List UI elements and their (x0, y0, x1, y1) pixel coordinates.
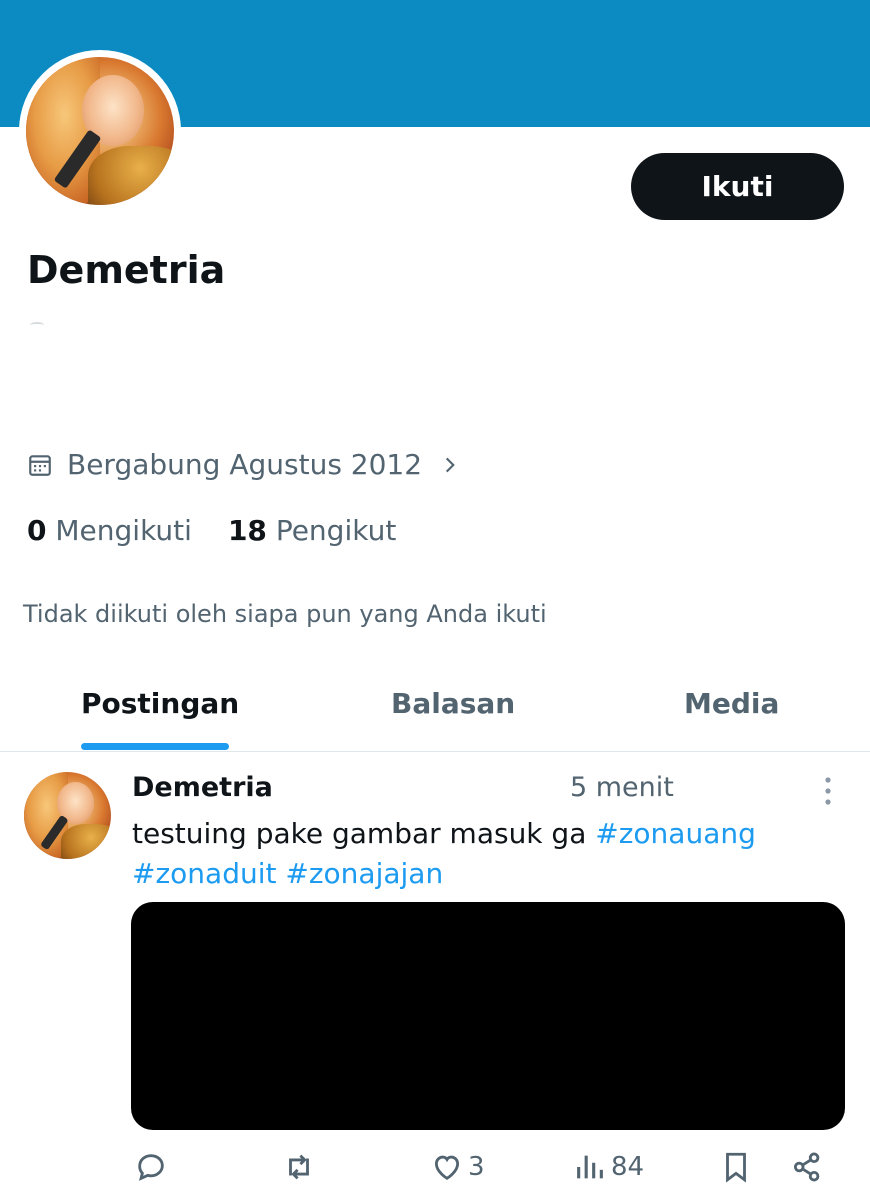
post-author-avatar[interactable] (24, 772, 111, 859)
views-icon (577, 1155, 603, 1179)
handle-placeholder (30, 322, 44, 328)
following-label: Mengikuti (55, 514, 192, 547)
post-body: testuing pake gambar masuk ga (132, 817, 596, 850)
more-icon[interactable] (818, 774, 838, 808)
follow-counts: 0 Mengikuti 18 Pengikut (27, 514, 396, 547)
views-button[interactable]: 84 (573, 1150, 644, 1184)
like-count: 3 (468, 1152, 485, 1182)
post-author-name[interactable]: Demetria (132, 772, 273, 803)
repost-button[interactable] (282, 1150, 316, 1184)
like-icon (434, 1155, 460, 1180)
hashtag-link[interactable]: #zonauang (595, 817, 756, 850)
tab-postingan[interactable]: Postingan (81, 687, 239, 720)
bookmark-icon (726, 1152, 746, 1183)
views-count: 84 (611, 1152, 645, 1182)
mutual-followers-note: Tidak diikuti oleh siapa pun yang Anda i… (23, 600, 547, 628)
profile-avatar[interactable] (19, 50, 181, 212)
joined-date-row[interactable]: Bergabung Agustus 2012 (27, 448, 460, 481)
share-button[interactable] (790, 1150, 824, 1184)
share-icon (793, 1152, 820, 1182)
bookmark-button[interactable] (719, 1150, 753, 1184)
post-actions: 3 84 (0, 1150, 870, 1196)
followers-link[interactable]: 18 Pengikut (228, 514, 396, 547)
post-timestamp[interactable]: 5 menit (570, 772, 674, 803)
joined-date-text: Bergabung Agustus 2012 (67, 448, 423, 481)
hashtag-link[interactable]: #zonajajan (285, 857, 443, 890)
like-button[interactable]: 3 (430, 1150, 485, 1184)
post-item[interactable]: Demetria 5 menit testuing pake gambar ma… (0, 752, 870, 1199)
chevron-right-icon (445, 457, 455, 472)
post-text: testuing pake gambar masuk ga #zonauang #… (132, 814, 812, 894)
hashtag-link[interactable]: #zonaduit (132, 857, 276, 890)
following-link[interactable]: 0 Mengikuti (27, 514, 192, 547)
post-media[interactable] (131, 902, 845, 1130)
avatar-image (26, 57, 174, 205)
profile-display-name: Demetria (27, 248, 226, 292)
followers-count: 18 (227, 514, 267, 547)
repost-icon (289, 1154, 309, 1180)
following-count: 0 (27, 514, 47, 547)
followers-label: Pengikut (275, 514, 397, 547)
tab-media[interactable]: Media (684, 687, 779, 720)
follow-button[interactable]: Ikuti (631, 153, 844, 220)
profile-tabs: Postingan Balasan Media (0, 665, 870, 752)
calendar-icon (29, 454, 51, 476)
reply-button[interactable] (134, 1150, 168, 1184)
reply-icon (138, 1154, 164, 1181)
active-tab-indicator (81, 743, 229, 750)
tab-balasan[interactable]: Balasan (391, 687, 515, 720)
